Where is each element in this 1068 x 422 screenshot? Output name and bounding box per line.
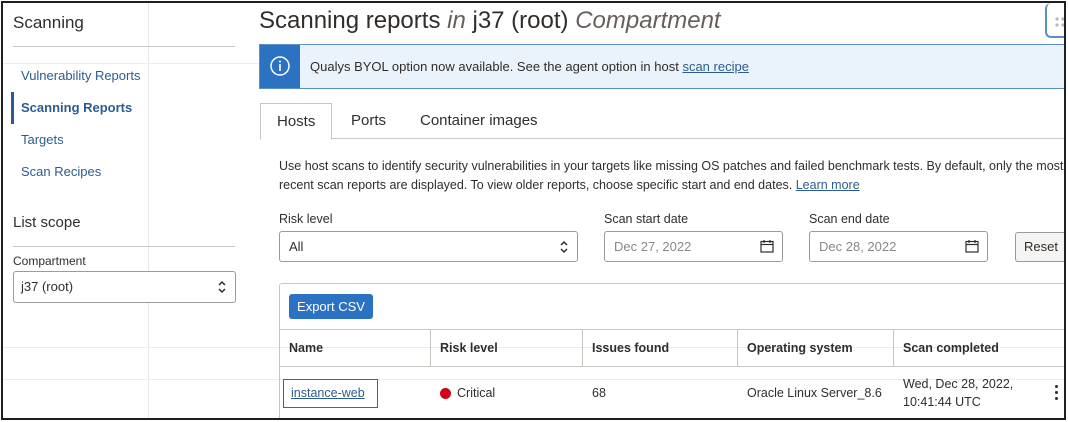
calendar-icon[interactable] bbox=[965, 239, 979, 253]
description-text: Use host scans to identify security vuln… bbox=[279, 159, 1064, 192]
sidebar: Scanning Vulnerability Reports Scanning … bbox=[11, 3, 237, 418]
reset-button[interactable]: Reset bbox=[1015, 232, 1064, 262]
page-title-in: in bbox=[447, 7, 466, 34]
critical-status-dot-icon bbox=[440, 387, 451, 399]
export-csv-button[interactable]: Export CSV bbox=[289, 294, 373, 319]
sidebar-item-scan-recipes[interactable]: Scan Recipes bbox=[11, 156, 237, 188]
page-title-compartment: j37 (root) bbox=[472, 7, 569, 34]
chevron-up-down-icon bbox=[560, 240, 568, 254]
list-scope-title: List scope bbox=[13, 214, 81, 231]
cell-scan-completed: Wed, Dec 28, 2022, 10:41:44 UTC bbox=[894, 367, 1064, 418]
risk-level-label: Risk level bbox=[279, 212, 333, 226]
tab-ports[interactable]: Ports bbox=[351, 103, 386, 139]
column-header-operating-system[interactable]: Operating system bbox=[738, 330, 894, 367]
scan-start-date-input[interactable]: Dec 27, 2022 bbox=[604, 231, 783, 262]
cell-issues-found: 68 bbox=[592, 386, 606, 400]
info-icon bbox=[270, 56, 290, 76]
divider bbox=[13, 46, 235, 47]
sidebar-item-targets[interactable]: Targets bbox=[11, 124, 237, 156]
compartment-select[interactable]: j37 (root) bbox=[13, 271, 236, 303]
cell-name: instance-web bbox=[280, 367, 431, 418]
table-row: instance-web Critical 68 Oracle Linux Se… bbox=[280, 367, 1064, 418]
sidebar-nav: Vulnerability Reports Scanning Reports T… bbox=[11, 60, 237, 188]
tab-hosts[interactable]: Hosts bbox=[260, 103, 333, 140]
tab-bar: Hosts Ports Container images bbox=[260, 103, 1064, 140]
screenshot-frame: Scanning Vulnerability Reports Scanning … bbox=[1, 1, 1066, 420]
column-header-risk-level[interactable]: Risk level bbox=[431, 330, 583, 367]
calendar-icon[interactable] bbox=[760, 239, 774, 253]
tab-container-images[interactable]: Container images bbox=[420, 103, 538, 139]
compartment-label: Compartment bbox=[13, 254, 86, 268]
sidebar-title: Scanning bbox=[13, 13, 84, 32]
table-header: Name Risk level Issues found Operating s… bbox=[280, 329, 1064, 367]
column-header-name[interactable]: Name bbox=[280, 330, 431, 367]
instance-link[interactable]: instance-web bbox=[291, 386, 365, 400]
column-header-scan-completed[interactable]: Scan completed bbox=[894, 330, 1064, 367]
hosts-description: Use host scans to identify security vuln… bbox=[279, 157, 1064, 195]
help-widget-icon[interactable] bbox=[1045, 3, 1064, 38]
cell-operating-system: Oracle Linux Server_8.6 bbox=[747, 386, 882, 400]
scan-start-date-label: Scan start date bbox=[604, 212, 689, 226]
scan-end-date-value: Dec 28, 2022 bbox=[819, 239, 897, 254]
highlight-box: instance-web bbox=[283, 378, 378, 408]
risk-level-value: All bbox=[289, 239, 304, 254]
scan-start-date-value: Dec 27, 2022 bbox=[614, 239, 692, 254]
risk-level-text: Critical bbox=[457, 386, 496, 400]
page-title-main: Scanning reports bbox=[259, 7, 441, 34]
scan-recipe-link[interactable]: scan recipe bbox=[682, 59, 748, 74]
info-icon-box bbox=[260, 45, 300, 88]
banner-message: Qualys BYOL option now available. See th… bbox=[310, 59, 679, 74]
risk-level-select[interactable]: All bbox=[279, 231, 578, 262]
scan-completed-date: Wed, Dec 28, 2022, bbox=[903, 377, 1014, 391]
sidebar-item-scanning-reports[interactable]: Scanning Reports bbox=[11, 92, 237, 124]
row-actions-menu-icon[interactable] bbox=[1055, 385, 1059, 401]
page-title: Scanning reports in j37 (root) Compartme… bbox=[259, 7, 721, 35]
banner-text: Qualys BYOL option now available. See th… bbox=[310, 59, 749, 74]
info-banner: Qualys BYOL option now available. See th… bbox=[259, 44, 1064, 89]
scan-completed-time: 10:41:44 UTC bbox=[903, 395, 981, 409]
scan-end-date-input[interactable]: Dec 28, 2022 bbox=[809, 231, 988, 262]
cell-risk-level: Critical bbox=[431, 367, 583, 418]
divider bbox=[13, 246, 235, 247]
chevron-up-down-icon bbox=[218, 280, 226, 294]
compartment-value: j37 (root) bbox=[21, 279, 74, 294]
scan-end-date-label: Scan end date bbox=[809, 212, 890, 226]
sidebar-item-vulnerability-reports[interactable]: Vulnerability Reports bbox=[11, 60, 237, 92]
learn-more-link[interactable]: Learn more bbox=[796, 178, 860, 192]
page-title-suffix: Compartment bbox=[575, 7, 721, 34]
scan-reports-table: Export CSV Name Risk level Issues found … bbox=[279, 283, 1064, 418]
column-header-issues-found[interactable]: Issues found bbox=[583, 330, 738, 367]
